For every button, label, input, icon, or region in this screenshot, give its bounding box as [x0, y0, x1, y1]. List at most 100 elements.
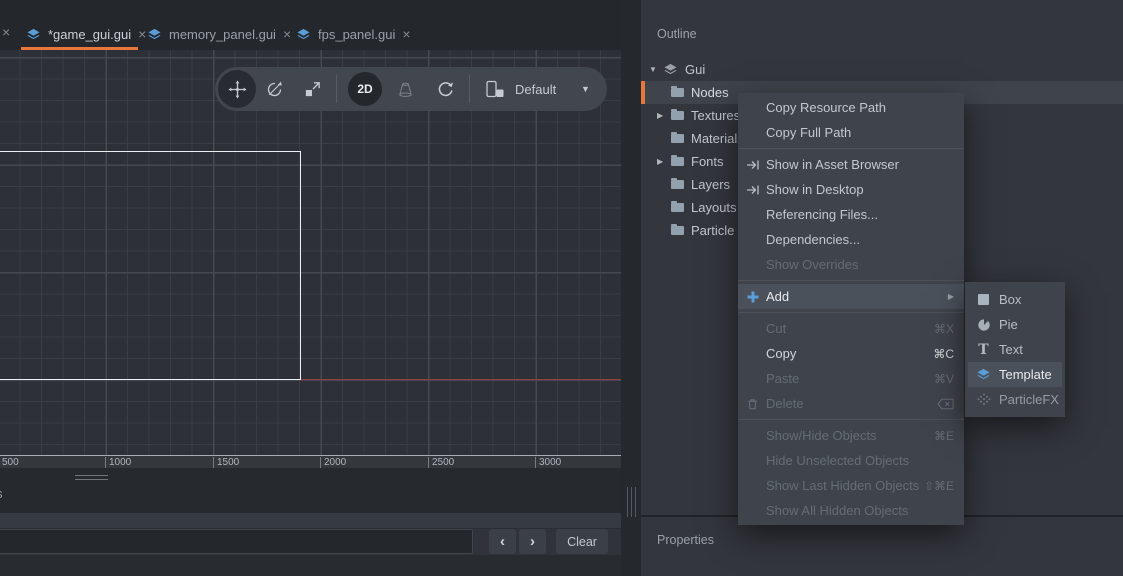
camera-profile-value: Default — [515, 82, 556, 97]
x-axis-line — [301, 379, 621, 381]
gui-scene-icon — [663, 63, 678, 76]
shortcut-label: ⌘V — [934, 372, 954, 386]
properties-panel-title: Properties — [657, 533, 714, 547]
submenu-item-pie[interactable]: Pie — [968, 312, 1062, 337]
shortcut-label: ⌘C — [933, 347, 954, 361]
menu-item-show-last-hidden-objects: Show Last Hidden Objects⇧⌘E — [738, 473, 964, 498]
search-input[interactable] — [0, 529, 473, 554]
ruler-tick: 1500 — [213, 457, 239, 468]
chevron-right-icon: › — [530, 533, 535, 550]
ruler-tick: 1000 — [105, 457, 131, 468]
defold-editor-window: × *game_gui.gui × memory_panel.gui × fps… — [0, 0, 1123, 576]
menu-separator — [738, 280, 964, 281]
delete-key-icon — [937, 398, 954, 410]
outline-context-menu: Copy Resource Path Copy Full Path Show i… — [738, 93, 964, 525]
menu-separator — [738, 312, 964, 313]
tab-label: memory_panel.gui — [169, 27, 276, 42]
trash-icon — [746, 397, 766, 411]
tab-label: *game_gui.gui — [48, 27, 131, 42]
camera-profile-select[interactable]: Default — [515, 67, 556, 111]
menu-item-add[interactable]: Add — [738, 284, 964, 309]
submenu-item-template[interactable]: Template — [968, 362, 1062, 387]
menu-item-hide-unselected-objects: Hide Unselected Objects — [738, 448, 964, 473]
jump-to-icon — [746, 158, 766, 172]
menu-separator — [738, 148, 964, 149]
menu-item-show-in-desktop[interactable]: Show in Desktop — [738, 177, 964, 202]
expander-open-icon[interactable] — [649, 65, 661, 74]
shortcut-label: ⌘E — [934, 429, 954, 443]
menu-item-copy[interactable]: Copy⌘C — [738, 341, 964, 366]
submenu-item-text[interactable]: Text — [968, 337, 1062, 362]
folder-icon — [671, 157, 684, 166]
move-tool-icon — [228, 80, 247, 99]
outline-panel-title: Outline — [657, 27, 697, 41]
editor-tab-bar: × *game_gui.gui × memory_panel.gui × fps… — [0, 0, 621, 50]
chevron-down-icon[interactable] — [581, 67, 590, 111]
shortcut-label: ⇧⌘E — [924, 479, 954, 493]
tab-close-icon[interactable]: × — [283, 27, 291, 41]
bottom-console-panel: ‹ › Clear — [0, 513, 621, 576]
tab-close-icon[interactable]: × — [138, 27, 146, 41]
text-node-icon — [976, 343, 991, 357]
tab-close-icon[interactable]: × — [402, 27, 410, 41]
menu-item-referencing-files[interactable]: Referencing Files... — [738, 202, 964, 227]
menu-item-dependencies[interactable]: Dependencies... — [738, 227, 964, 252]
gui-file-icon — [147, 28, 162, 41]
ruler-tick: 500 — [0, 457, 19, 468]
menu-item-cut: Cut⌘X — [738, 316, 964, 341]
submenu-item-particlefx[interactable]: ParticleFX — [968, 387, 1062, 412]
folder-icon — [671, 203, 684, 212]
move-tool-button[interactable] — [218, 70, 256, 108]
menu-item-show-all-hidden-objects: Show All Hidden Objects — [738, 498, 964, 523]
lower-editor-gap: s — [0, 468, 621, 513]
prev-match-button[interactable]: ‹ — [489, 529, 516, 554]
shortcut-label: ⌘X — [934, 322, 954, 336]
particlefx-node-icon — [976, 393, 991, 406]
2d-mode-button[interactable]: 2D — [348, 72, 382, 106]
folder-icon — [671, 88, 684, 97]
clipped-edge-text: s — [0, 486, 3, 501]
clipped-tab-close-icon[interactable]: × — [2, 24, 10, 40]
ruler-tick: 2000 — [320, 457, 346, 468]
folder-icon — [671, 134, 684, 143]
tab-label: fps_panel.gui — [318, 27, 395, 42]
frustum-icon — [396, 80, 415, 99]
toolbar-separator — [336, 75, 337, 103]
tree-row-gui[interactable]: Gui — [641, 58, 1123, 81]
menu-item-delete: Delete — [738, 391, 964, 416]
scale-tool-button[interactable] — [302, 79, 322, 99]
template-node-icon — [976, 368, 991, 381]
clear-button[interactable]: Clear — [556, 529, 608, 554]
plus-icon — [746, 290, 766, 304]
device-profile-button[interactable] — [483, 79, 507, 99]
rotate-tool-button[interactable] — [264, 79, 284, 99]
tab-fps-panel[interactable]: fps_panel.gui × — [296, 18, 411, 50]
add-submenu: Box Pie Text Template ParticleFX — [965, 282, 1065, 417]
menu-separator — [738, 419, 964, 420]
submenu-item-box[interactable]: Box — [968, 287, 1062, 312]
bottom-panel-header-band — [0, 513, 621, 529]
tab-memory-panel[interactable]: memory_panel.gui × — [147, 18, 291, 50]
menu-item-show-in-asset-browser[interactable]: Show in Asset Browser — [738, 152, 964, 177]
frustum-culling-button[interactable] — [395, 79, 415, 99]
rotate-tool-icon — [265, 80, 284, 99]
menu-item-copy-full-path[interactable]: Copy Full Path — [738, 120, 964, 145]
menu-item-paste: Paste⌘V — [738, 366, 964, 391]
2d-mode-label: 2D — [357, 82, 372, 96]
vertical-splitter-grip[interactable] — [627, 487, 636, 517]
camera-orbit-button[interactable] — [435, 79, 455, 99]
expander-closed-icon[interactable] — [657, 111, 669, 120]
scale-tool-icon — [303, 80, 322, 99]
gui-file-icon — [26, 28, 41, 41]
ruler-tick: 3000 — [535, 457, 561, 468]
panel-divider — [621, 0, 641, 576]
tab-game-gui[interactable]: *game_gui.gui × — [21, 18, 138, 50]
scene-canvas[interactable]: 2D Default — [0, 50, 621, 455]
submenu-arrow-icon — [948, 292, 954, 301]
expander-closed-icon[interactable] — [657, 157, 669, 166]
toolbar-separator — [469, 75, 470, 103]
horizontal-splitter-grip[interactable] — [75, 475, 108, 480]
ruler-tick: 2500 — [428, 457, 454, 468]
next-match-button[interactable]: › — [519, 529, 546, 554]
menu-item-copy-resource-path[interactable]: Copy Resource Path — [738, 95, 964, 120]
